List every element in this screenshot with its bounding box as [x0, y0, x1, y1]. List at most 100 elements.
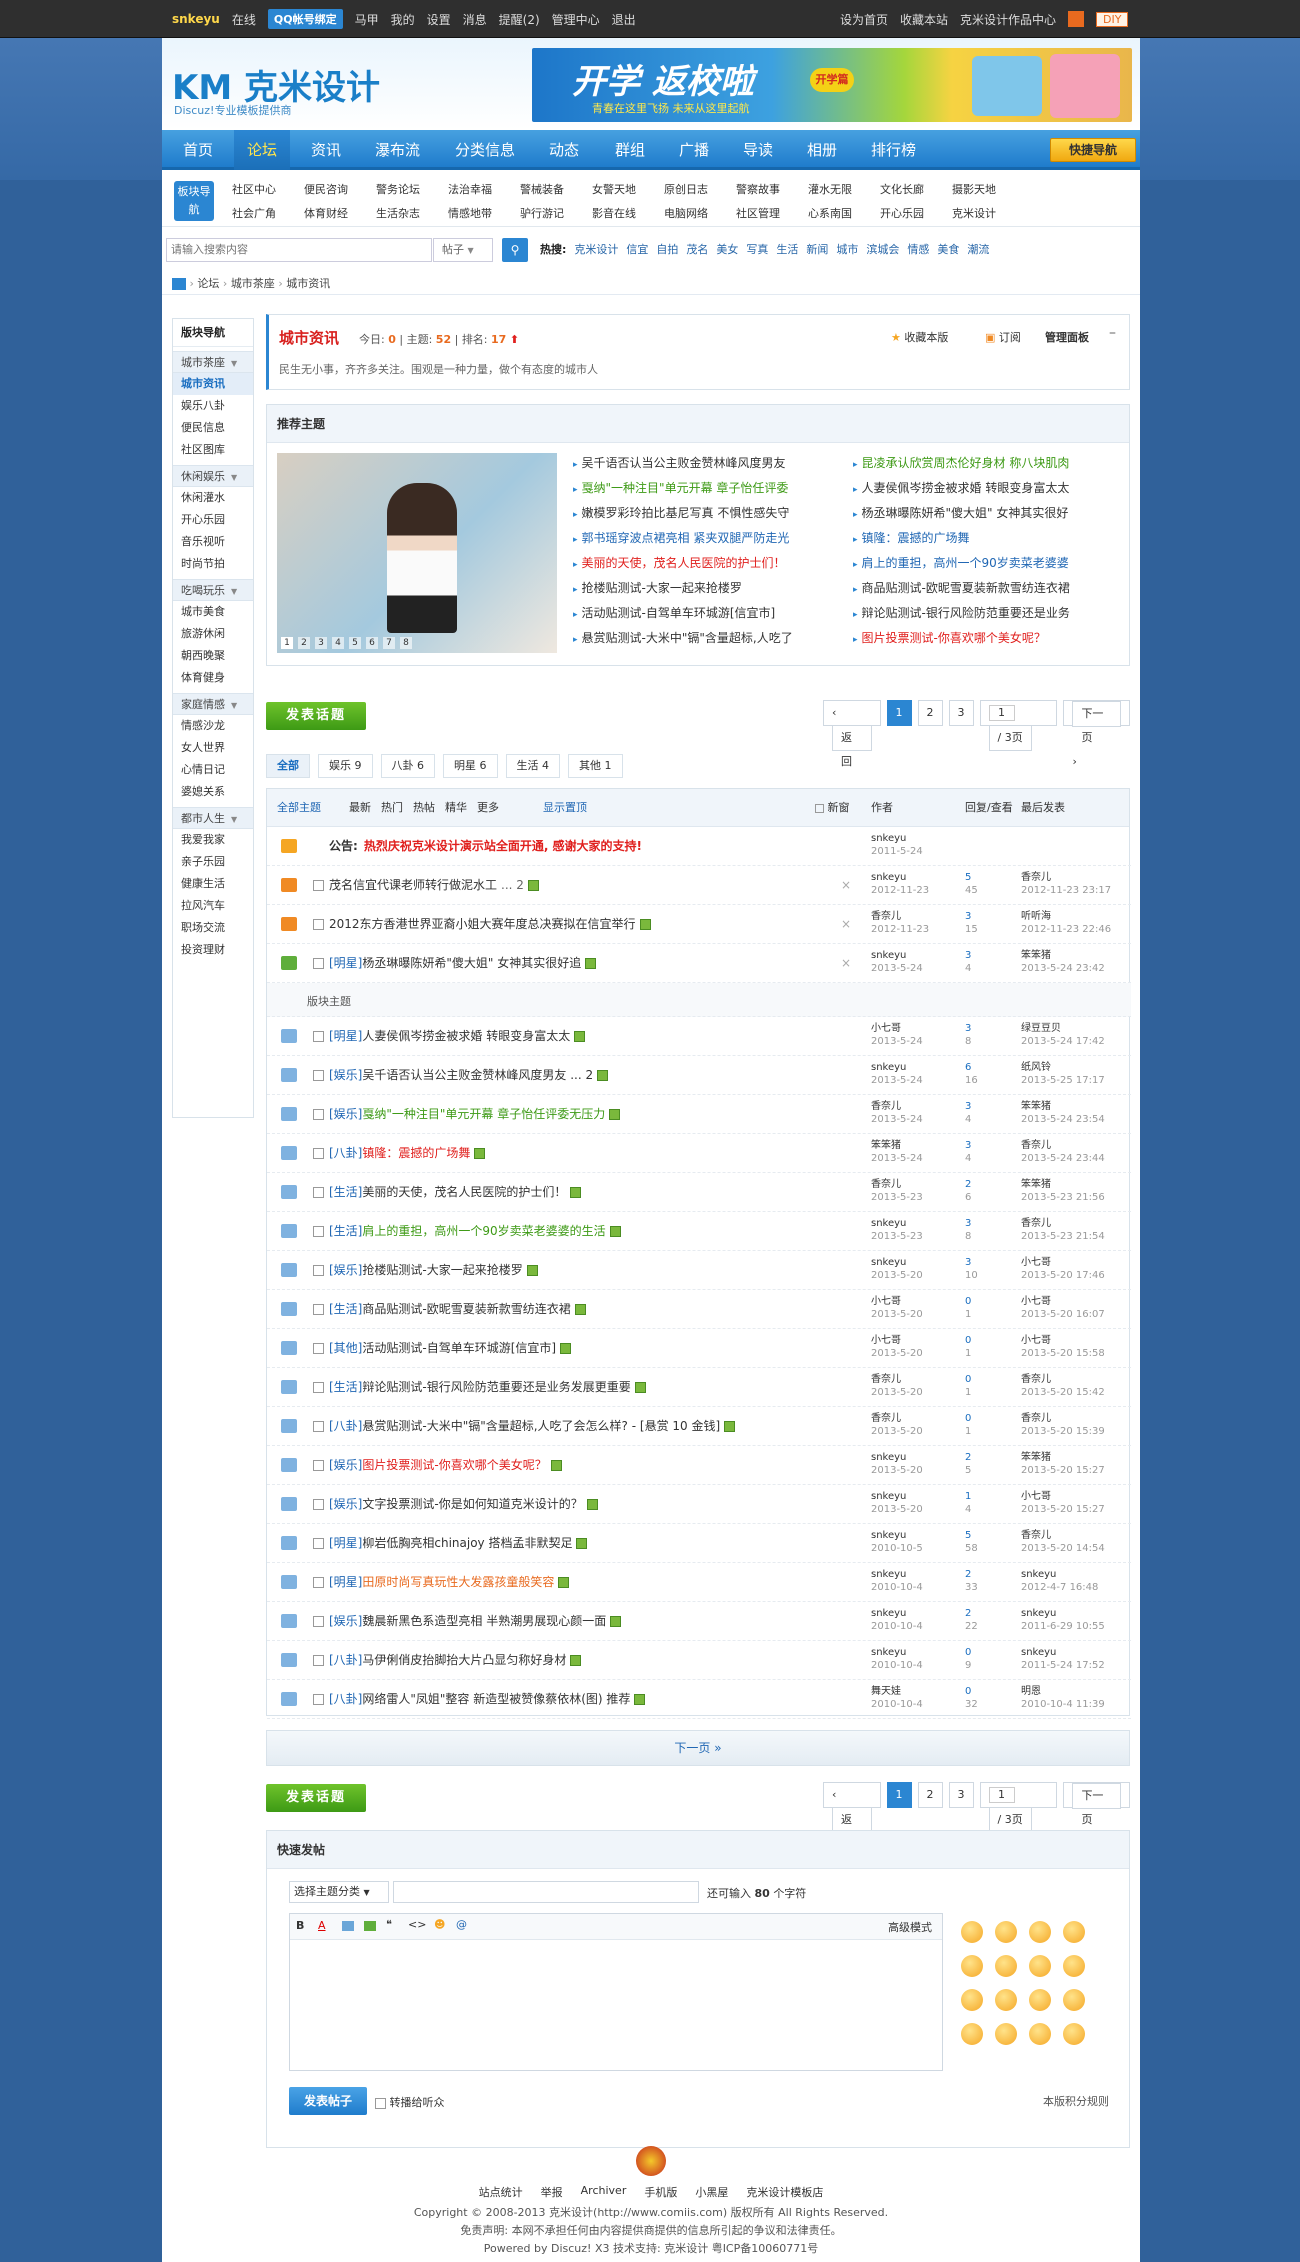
featured-item[interactable]: ▸ 昆凌承认欣赏周杰伦好身材 称八块肌肉 — [853, 451, 1129, 476]
broadcast-option[interactable]: 转播给听众 — [375, 2094, 445, 2110]
row-checkbox[interactable] — [313, 1265, 324, 1276]
thread-tag[interactable]: [娱乐] — [329, 1263, 362, 1277]
thread-row[interactable]: [明星]柳岩低胸亮相chinajoy 搭档孟非默契足 snkeyu 2010-10-… — [267, 1524, 1131, 1563]
post-editor[interactable]: B A ❝ <> ☻ @ 高级模式 — [289, 1913, 943, 2071]
emoticon-icon[interactable] — [1063, 1921, 1085, 1943]
slide-indicator[interactable]: 6 — [366, 637, 378, 649]
page-3[interactable]: 3 — [948, 700, 974, 726]
thread-row[interactable]: 茂名信宜代课老师转行做泥水工... 2 × snkeyu 2012-11-23 5 45 香… — [267, 866, 1131, 905]
slide-indicator[interactable]: 4 — [332, 637, 344, 649]
page-jump-input[interactable]: 1 — [988, 705, 1015, 721]
category-tab[interactable]: 生活 4 — [505, 754, 560, 778]
featured-item[interactable]: ▸ 嫩模罗彩玲拍比基尼写真 不惧性感失守 — [573, 501, 849, 526]
hot-search-link[interactable]: 美女 — [716, 238, 738, 262]
admin-panel-link[interactable]: 管理面板 — [1045, 329, 1089, 345]
subnav-link[interactable]: 电脑网络 — [664, 205, 708, 221]
set-homepage-link[interactable]: 设为首页 — [840, 11, 888, 28]
thread-title[interactable]: [明星]柳岩低胸亮相chinajoy 搭档孟非默契足 — [329, 1524, 588, 1563]
slide-indicator[interactable]: 3 — [315, 637, 327, 649]
thread-row[interactable]: [生活]商品贴测试-欧昵雪夏装新款雪纺连衣裙 小七哥 2013-5-20 0 1 小七哥 2… — [267, 1290, 1131, 1329]
breadcrumb-current[interactable]: 城市资讯 — [286, 277, 330, 290]
subnav-link[interactable]: 生活杂志 — [376, 205, 420, 221]
sidebar-group[interactable]: 休闲娱乐 ▼ — [173, 465, 253, 487]
last-poster[interactable]: 香奈儿 — [1021, 1530, 1051, 1541]
last-poster[interactable]: snkeyu — [1021, 1608, 1056, 1619]
sidebar-item[interactable]: 开心乐园 — [173, 509, 253, 531]
close-icon[interactable]: × — [841, 917, 851, 931]
subnav-link[interactable]: 便民咨询 — [304, 181, 348, 197]
row-checkbox[interactable] — [313, 1070, 324, 1081]
row-checkbox[interactable] — [313, 1187, 324, 1198]
emoticon-icon[interactable] — [1029, 1921, 1051, 1943]
featured-item[interactable]: ▸ 悬赏贴测试-大米中"镉"含量超标,人吃了 — [573, 626, 849, 651]
footer-link[interactable]: 举报 — [541, 2184, 563, 2200]
row-checkbox[interactable] — [313, 1694, 324, 1705]
last-poster[interactable]: 听听海 — [1021, 911, 1051, 922]
search-button[interactable]: ⚲ — [502, 238, 528, 262]
sidebar-item[interactable]: 娱乐八卦 — [173, 395, 253, 417]
sidebar-item[interactable]: 休闲灌水 — [173, 487, 253, 509]
featured-item[interactable]: ▸ 抢楼贴测试-大家一起来抢楼罗 — [573, 576, 849, 601]
subnav-link[interactable]: 原创日志 — [664, 181, 708, 197]
announcement[interactable]: 公告: 热烈庆祝克米设计演示站全面开通, 感谢大家的支持! — [329, 827, 642, 866]
page-link[interactable]: ... 2 — [501, 878, 524, 892]
thread-tag[interactable]: [生活] — [329, 1224, 362, 1238]
page-jump[interactable]: 1 / 3页 — [979, 700, 1058, 751]
sidebar-item[interactable]: 城市美食 — [173, 601, 253, 623]
last-poster[interactable]: 笨笨猪 — [1021, 950, 1051, 961]
sidebar-item[interactable]: 我爱我家 — [173, 829, 253, 851]
works-center-link[interactable]: 克米设计作品中心 — [960, 11, 1056, 28]
breadcrumb-forum[interactable]: 论坛 — [197, 277, 219, 290]
subnav-link[interactable]: 社会广角 — [232, 205, 276, 221]
row-checkbox[interactable] — [313, 1304, 324, 1315]
subnav-link[interactable]: 影音在线 — [592, 205, 636, 221]
last-poster[interactable]: 小七哥 — [1021, 1491, 1051, 1502]
emoticon-icon[interactable] — [1029, 1989, 1051, 2011]
slide-indicator[interactable]: 8 — [400, 637, 412, 649]
category-tab[interactable]: 八卦 6 — [380, 754, 435, 778]
filter-hot[interactable]: 热门 — [381, 789, 403, 827]
last-poster[interactable]: 香奈儿 — [1021, 1140, 1051, 1151]
author-name[interactable]: snkeyu — [871, 872, 906, 883]
topbar-mine[interactable]: 我的 — [391, 11, 415, 28]
emoticon-icon[interactable] — [961, 1921, 983, 1943]
row-checkbox[interactable] — [313, 1382, 324, 1393]
author-name[interactable]: snkeyu — [871, 1257, 906, 1268]
credit-rules-link[interactable]: 本版积分规则 — [1043, 2093, 1109, 2109]
thread-title[interactable]: 2012东方香港世界亚裔小姐大赛年度总决赛拟在信宜举行 — [329, 905, 651, 944]
thread-row[interactable]: [其他]活动贴测试-自驾单车环城游[信宜市] 小七哥 2013-5-20 0 1 小七哥 2… — [267, 1329, 1131, 1368]
sidebar-item[interactable]: 时尚节拍 — [173, 553, 253, 575]
filter-digest[interactable]: 精华 — [445, 789, 467, 827]
last-poster[interactable]: 绿豆豆贝 — [1021, 1023, 1061, 1034]
row-checkbox[interactable] — [313, 958, 324, 969]
sidebar-item[interactable]: 婆媳关系 — [173, 781, 253, 803]
hot-search-link[interactable]: 写真 — [746, 238, 768, 262]
subnav-link[interactable]: 克米设计 — [952, 205, 996, 221]
row-checkbox[interactable] — [313, 1226, 324, 1237]
author-name[interactable]: snkeyu — [871, 833, 906, 844]
author-name[interactable]: 舞天娃 — [871, 1686, 901, 1697]
author-name[interactable]: 小七哥 — [871, 1023, 901, 1034]
page-3-bottom[interactable]: 3 — [948, 1782, 974, 1808]
thread-tag[interactable]: [八卦] — [329, 1653, 362, 1667]
nav-forum[interactable]: 论坛 — [234, 130, 291, 170]
thread-tag[interactable]: [娱乐] — [329, 1497, 362, 1511]
new-window-toggle[interactable]: 新窗 — [815, 789, 850, 827]
sidebar-item[interactable]: 社区图库 — [173, 439, 253, 461]
thread-tag[interactable]: [娱乐] — [329, 1458, 362, 1472]
smiley-icon[interactable]: ☻ — [434, 1918, 445, 1931]
thread-title[interactable]: [八卦]马伊俐俏皮抬脚抬大片凸显匀称好身材 — [329, 1641, 582, 1680]
page-1-bottom[interactable]: 1 — [886, 1782, 912, 1808]
hot-search-link[interactable]: 潮流 — [967, 238, 989, 262]
featured-item[interactable]: ▸ 戛纳"一种注目"单元开幕 章子怡任评委 — [573, 476, 849, 501]
show-sticky-link[interactable]: 显示置顶 — [543, 789, 587, 827]
featured-item[interactable]: ▸ 镇隆：震撼的广场舞 — [853, 526, 1129, 551]
new-window-checkbox[interactable] — [815, 803, 824, 813]
emoticon-icon[interactable] — [995, 1921, 1017, 1943]
slide-indicator[interactable]: 1 — [281, 637, 293, 649]
thread-row[interactable]: [娱乐]吴千语否认当公主败金赞林峰风度男友 ... 2 snkeyu 2013-5-… — [267, 1056, 1131, 1095]
slide-indicator[interactable]: 5 — [349, 637, 361, 649]
emoticon-icon[interactable] — [1063, 1955, 1085, 1977]
row-checkbox[interactable] — [313, 1148, 324, 1159]
subnav-link[interactable]: 警务论坛 — [376, 181, 420, 197]
